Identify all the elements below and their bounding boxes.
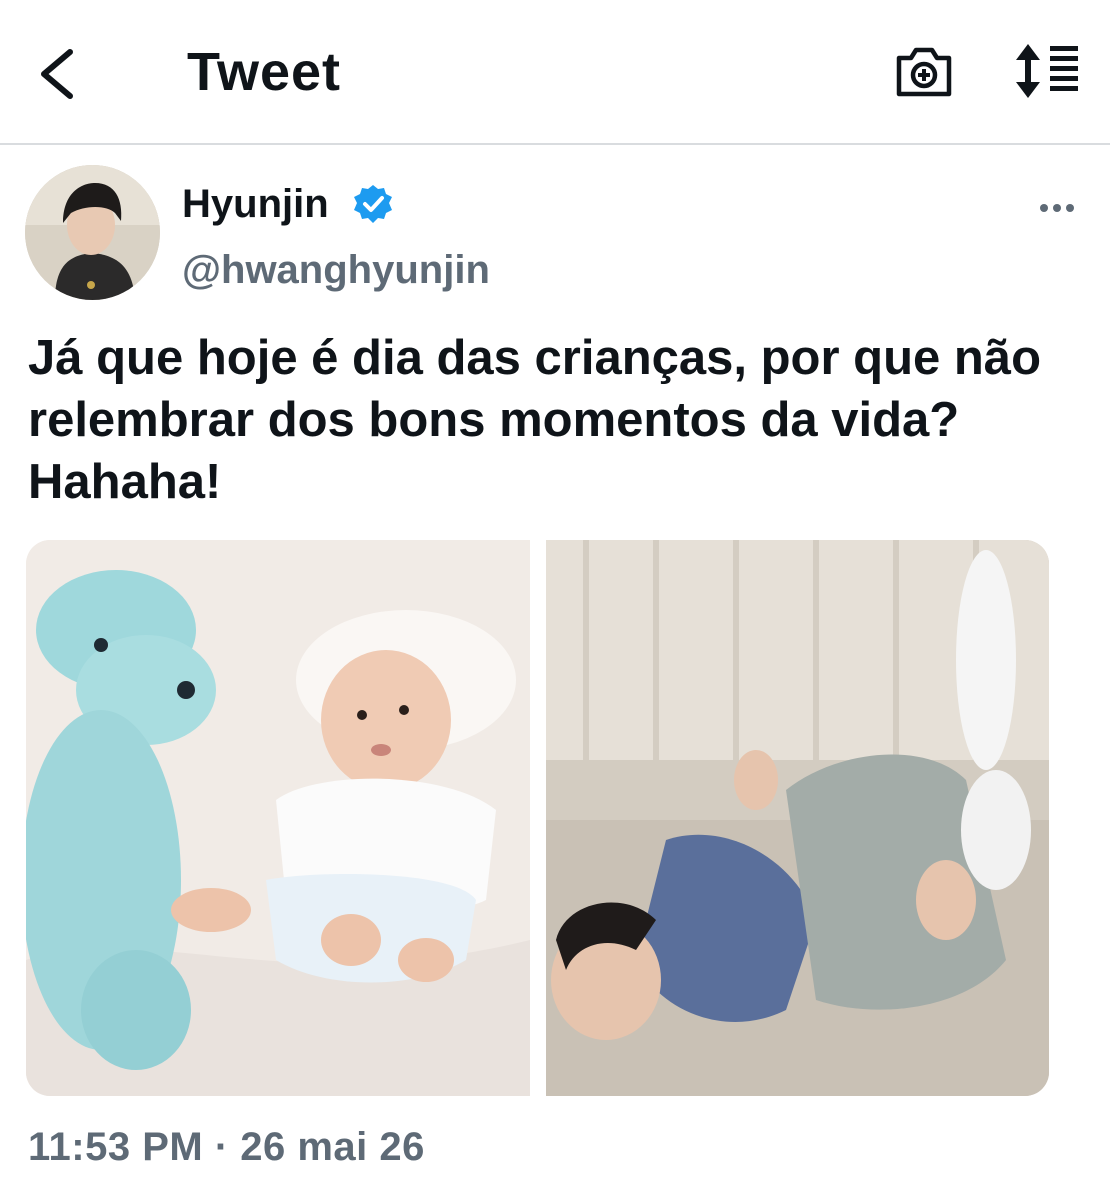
top-bar: Tweet — [0, 0, 1110, 145]
more-options-button[interactable] — [1036, 196, 1078, 220]
back-button[interactable] — [30, 42, 90, 106]
camera-button[interactable] — [893, 44, 955, 100]
avatar[interactable] — [25, 165, 160, 300]
page-title: Tweet — [187, 42, 342, 102]
tweet-photo-1[interactable] — [26, 540, 530, 1096]
user-handle[interactable]: @hwanghyunjin — [182, 246, 490, 294]
more-dots-icon — [1040, 204, 1074, 212]
camera-add-icon — [896, 47, 952, 97]
verified-badge-icon — [352, 183, 394, 225]
chevron-left-icon — [41, 49, 73, 99]
tweet-photo-2[interactable] — [546, 540, 1049, 1096]
tweet-text: Já que hoje é dia das crianças, por que … — [28, 331, 1041, 509]
sort-button[interactable] — [1012, 44, 1084, 98]
sort-lines-icon — [1016, 44, 1078, 98]
tweet-timestamp: 11:53 PM · 26 mai 26 — [28, 1125, 425, 1169]
display-name[interactable]: Hyunjin — [182, 180, 329, 228]
